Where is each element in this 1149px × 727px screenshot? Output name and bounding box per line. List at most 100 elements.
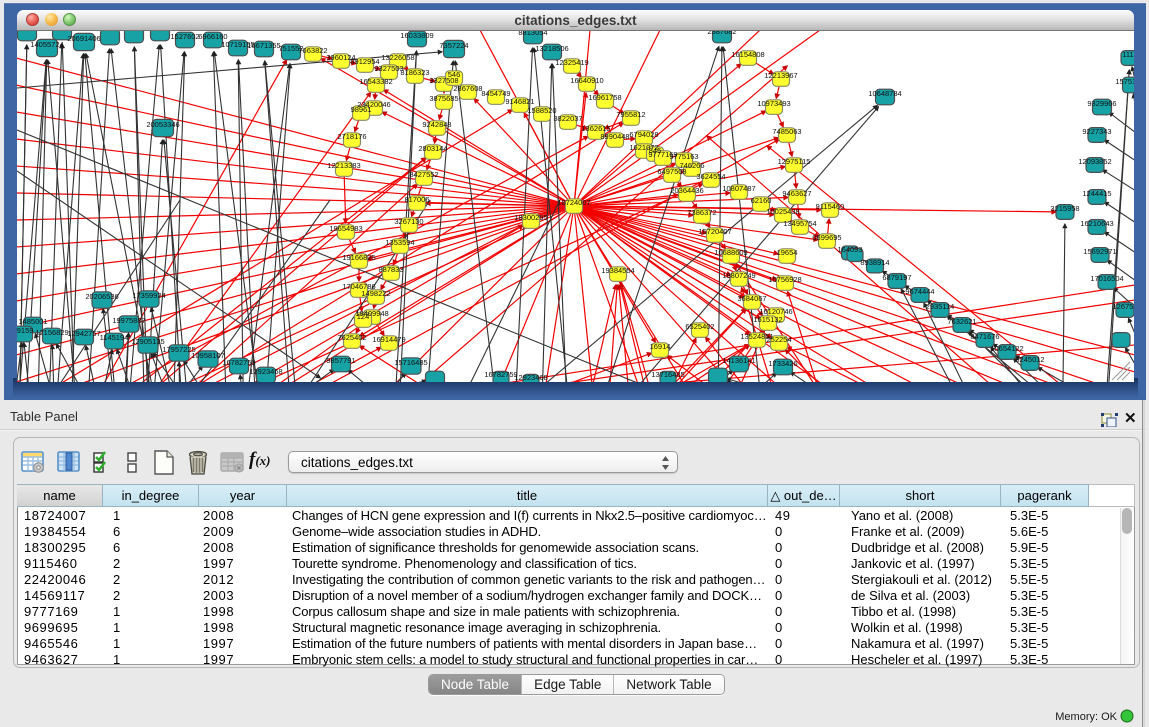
svg-text:8427552: 8427552 [409, 170, 438, 179]
svg-text:16671355: 16671355 [247, 41, 280, 50]
svg-text:10973493: 10973493 [757, 99, 790, 108]
svg-text:17016504: 17016504 [1090, 274, 1123, 283]
svg-text:9674444: 9674444 [905, 287, 934, 296]
svg-text:98961: 98961 [351, 105, 372, 114]
svg-text:20691406: 20691406 [67, 34, 100, 43]
svg-text:8990448: 8990448 [600, 132, 629, 141]
svg-text:16782759: 16782759 [484, 370, 517, 379]
svg-text:12093852: 12093852 [1078, 157, 1111, 166]
svg-text:252254: 252254 [766, 335, 791, 344]
svg-text:6879197: 6879197 [882, 273, 911, 282]
svg-text:3822037: 3822037 [553, 114, 582, 123]
svg-text:3684067: 3684067 [737, 294, 766, 303]
svg-text:1353594: 1353594 [385, 238, 414, 247]
svg-text:9245012: 9245012 [1015, 355, 1044, 364]
svg-text:7955812: 7955812 [616, 110, 645, 119]
svg-text:1498222: 1498222 [361, 289, 390, 298]
svg-text:16210643: 16210643 [1080, 219, 1113, 228]
svg-text:15720407: 15720407 [698, 227, 731, 236]
svg-text:7632621: 7632621 [947, 317, 976, 326]
svg-text:15751074: 15751074 [1115, 77, 1134, 86]
svg-text:16033809: 16033809 [400, 31, 433, 40]
svg-text:2867608: 2867608 [453, 84, 482, 93]
svg-text:19166825: 19166825 [342, 253, 375, 262]
svg-text:7357224: 7357224 [439, 41, 468, 50]
svg-text:9463627: 9463627 [782, 189, 811, 198]
svg-text:16914479: 16914479 [372, 335, 405, 344]
svg-text:1145194: 1145194 [100, 333, 129, 342]
svg-text:19654: 19654 [777, 248, 798, 257]
svg-text:7625402: 7625402 [337, 333, 366, 342]
svg-text:17359924: 17359924 [132, 291, 165, 300]
svg-text:10807487: 10807487 [722, 184, 755, 193]
svg-text:12325419: 12325419 [555, 58, 588, 67]
svg-text:16961758: 16961758 [588, 93, 621, 102]
svg-text:12213383: 12213383 [327, 161, 360, 170]
svg-text:6497508: 6497508 [657, 167, 686, 176]
svg-text:16543382: 16543382 [359, 77, 392, 86]
svg-text:6525402: 6525402 [685, 322, 714, 331]
svg-text:13716485: 13716485 [651, 370, 684, 379]
svg-text:13226058: 13226058 [381, 53, 414, 62]
svg-text:9115460: 9115460 [816, 202, 845, 211]
svg-text:16640910: 16640910 [570, 76, 603, 85]
svg-text:20206536: 20206536 [85, 292, 118, 301]
svg-text:16914: 16914 [650, 342, 671, 351]
svg-text:18807249: 18807249 [722, 271, 755, 280]
svg-text:9227343: 9227343 [1082, 127, 1111, 136]
svg-text:12975115: 12975115 [778, 157, 811, 166]
svg-text:7386372: 7386372 [687, 208, 716, 217]
svg-text:10025438: 10025438 [766, 207, 799, 216]
svg-text:13218506: 13218506 [535, 44, 568, 53]
svg-text:2387682: 2387682 [707, 31, 736, 36]
svg-text:1615132: 1615132 [753, 315, 782, 324]
svg-text:3215958: 3215958 [1050, 204, 1079, 213]
svg-text:14136141: 14136141 [722, 356, 755, 365]
svg-text:817006: 817006 [404, 195, 429, 204]
svg-text:3875685: 3875685 [429, 94, 458, 103]
svg-text:12923468: 12923468 [249, 367, 282, 376]
svg-text:12213967: 12213967 [764, 71, 797, 80]
svg-text:12905135: 12905135 [131, 337, 164, 346]
svg-text:3267130: 3267130 [394, 217, 423, 226]
svg-text:9329966: 9329966 [1087, 99, 1116, 108]
svg-text:15692971: 15692971 [1083, 247, 1116, 256]
svg-text:126753: 126753 [1112, 302, 1134, 311]
svg-text:1588520: 1588520 [527, 106, 556, 115]
svg-text:15716485: 15716485 [394, 358, 427, 367]
svg-text:10756928: 10756928 [768, 275, 801, 284]
svg-text:1112: 1112 [1122, 50, 1134, 59]
svg-text:8186323: 8186323 [400, 68, 429, 77]
svg-text:20053346: 20053346 [146, 120, 179, 129]
svg-text:14055724: 14055724 [30, 40, 63, 49]
svg-text:10688609: 10688609 [714, 248, 747, 257]
svg-text:16154808: 16154808 [731, 50, 764, 59]
svg-text:10648784: 10648784 [868, 89, 901, 98]
svg-text:887833: 887833 [378, 265, 403, 274]
svg-text:10958107: 10958107 [191, 351, 224, 360]
svg-text:9775163: 9775163 [669, 152, 698, 161]
svg-text:20364436: 20364436 [670, 186, 703, 195]
svg-text:9146821: 9146821 [505, 97, 534, 106]
svg-text:10654122: 10654122 [990, 344, 1023, 353]
svg-text:12942757: 12942757 [67, 329, 100, 338]
svg-text:7485063: 7485063 [772, 127, 801, 136]
svg-text:164093: 164093 [837, 245, 862, 254]
svg-text:18300295: 18300295 [514, 213, 547, 222]
svg-text:19654983: 19654983 [329, 224, 362, 233]
svg-text:1733426: 1733426 [768, 359, 797, 368]
svg-text:16782759: 16782759 [222, 358, 255, 367]
svg-text:6794028: 6794028 [629, 130, 658, 139]
svg-text:2718176: 2718176 [337, 132, 366, 141]
svg-text:19975887: 19975887 [112, 316, 145, 325]
svg-text:1485001: 1485001 [18, 317, 47, 326]
svg-text:0699695: 0699695 [812, 233, 841, 242]
svg-text:7663822: 7663822 [298, 46, 327, 55]
svg-text:18724007: 18724007 [557, 198, 590, 207]
svg-text:8938914: 8938914 [860, 258, 889, 267]
svg-text:9857791: 9857791 [326, 356, 355, 365]
svg-text:546: 546 [448, 70, 461, 79]
svg-text:12156829: 12156829 [35, 328, 68, 337]
svg-text:9327503: 9327503 [374, 64, 403, 73]
svg-text:13495754: 13495754 [783, 219, 816, 228]
